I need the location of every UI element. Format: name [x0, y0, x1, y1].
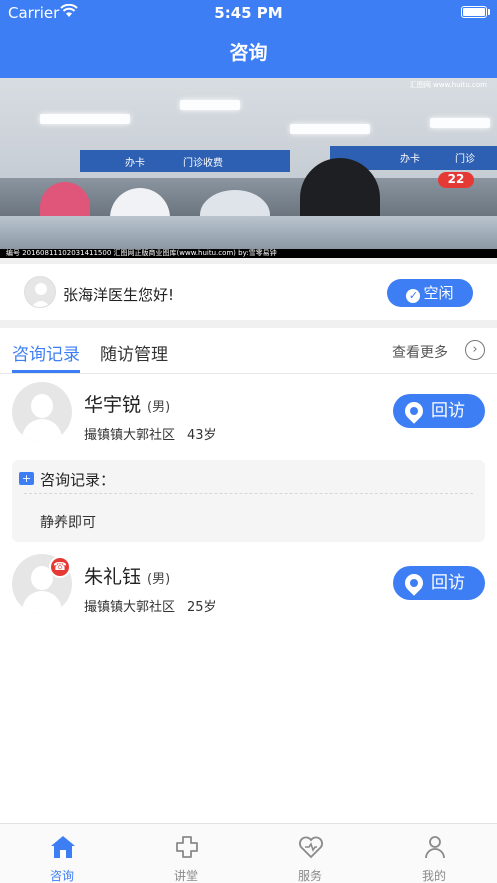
- greeting-row: 张海洋医生您好! ✓ 空闲: [0, 264, 497, 320]
- sign-text: 门诊: [455, 154, 475, 165]
- list-item[interactable]: 朱礼钰 (男) 撮镇镇大郭社区 25岁 回访: [0, 552, 497, 632]
- banner-chairs: [0, 216, 497, 250]
- queue-number-sign: 22: [438, 172, 474, 188]
- ceiling-light: [40, 114, 130, 124]
- status-bar: Carrier 5:45 PM: [0, 0, 497, 26]
- page-title: 咨询: [229, 42, 268, 64]
- record-tabs: 咨询记录 随访管理 查看更多 ›: [0, 328, 497, 374]
- doctor-avatar[interactable]: [24, 276, 56, 308]
- patient-name-row: 华宇锐 (男): [84, 390, 170, 417]
- avatar-head: [31, 394, 53, 418]
- note-body: 静养即可: [40, 515, 96, 531]
- patient-address: 撮镇镇大郭社区: [84, 600, 176, 615]
- avatar-body: [22, 591, 62, 614]
- medical-kit-icon: +: [19, 472, 34, 485]
- revisit-button-label: 回访: [431, 401, 465, 421]
- lecture-icon: [176, 836, 198, 858]
- tab-label: 我的: [421, 869, 446, 883]
- avatar-placeholder-icon: [25, 277, 55, 307]
- banner-watermark: 汇图网 www.huitu.com: [409, 81, 487, 89]
- availability-status-button[interactable]: ✓ 空闲: [387, 279, 473, 307]
- ceiling-light: [290, 124, 370, 134]
- ceiling-light: [180, 100, 240, 110]
- sign-text: 门诊收费: [183, 158, 223, 169]
- battery-tip: [488, 9, 490, 15]
- bottom-tab-bar: 咨询 讲堂 服务 我的: [0, 823, 497, 883]
- tab-consult-records[interactable]: 咨询记录: [12, 340, 80, 365]
- list-item[interactable]: 华宇锐 (男) 撮镇镇大郭社区 43岁 回访: [0, 380, 497, 460]
- sign-text: 办卡: [125, 158, 145, 169]
- note-divider: [24, 493, 473, 494]
- phone-hangup-icon: ☎: [51, 558, 69, 576]
- patient-avatar: [12, 382, 72, 442]
- hospital-banner-image[interactable]: 办卡 门诊收费 办卡 门诊 22 汇图网 www.huitu.com 编号 20…: [0, 78, 497, 258]
- see-more-link[interactable]: 查看更多: [392, 342, 448, 362]
- avatar-body: [22, 419, 62, 442]
- active-tab-indicator: [12, 370, 80, 373]
- sign-text: 办卡: [400, 154, 420, 165]
- tab-label: 咨询: [49, 869, 74, 883]
- availability-status-label: 空闲: [423, 284, 454, 302]
- tab-service[interactable]: 服务: [248, 824, 372, 883]
- check-icon: ✓: [406, 289, 421, 303]
- patient-age: 43岁: [187, 428, 217, 443]
- clock: 5:45 PM: [214, 4, 283, 22]
- note-title: 咨询记录：: [40, 471, 116, 489]
- location-pin-icon: [401, 570, 427, 596]
- patient-meta: 撮镇镇大郭社区 43岁: [84, 424, 217, 443]
- patient-gender: (男): [147, 572, 171, 587]
- ceiling-light: [430, 118, 490, 128]
- revisit-button[interactable]: 回访: [393, 566, 485, 600]
- location-pin-icon: [401, 398, 427, 424]
- tab-consult[interactable]: 咨询: [0, 824, 124, 883]
- profile-icon: [425, 836, 445, 859]
- patient-name-row: 朱礼钰 (男): [84, 562, 170, 589]
- greeting-text: 张海洋医生您好!: [63, 286, 175, 304]
- consult-note-card: + 咨询记录： 静养即可: [12, 460, 485, 542]
- revisit-button-label: 回访: [431, 573, 465, 593]
- tab-followup-management[interactable]: 随访管理: [100, 340, 168, 365]
- tab-profile[interactable]: 我的: [372, 824, 496, 883]
- patient-meta: 撮镇镇大郭社区 25岁: [84, 596, 217, 615]
- service-icon: [299, 836, 323, 859]
- missed-call-badge: ☎: [49, 556, 71, 578]
- banner-caption: 编号 20160811102031411500 汇图网正版商业图库(www.hu…: [0, 249, 497, 258]
- patient-address: 撮镇镇大郭社区: [84, 428, 176, 443]
- patient-gender: (男): [147, 400, 171, 415]
- tab-lecture[interactable]: 讲堂: [124, 824, 248, 883]
- top-bar: Carrier 5:45 PM 咨询: [0, 0, 497, 78]
- patient-name: 华宇锐: [84, 394, 142, 416]
- patient-age: 25岁: [187, 600, 217, 615]
- battery-icon: [461, 6, 487, 18]
- patient-name: 朱礼钰: [84, 566, 142, 588]
- tab-label: 讲堂: [173, 869, 198, 883]
- revisit-button[interactable]: 回访: [393, 394, 485, 428]
- tab-label: 服务: [297, 869, 322, 883]
- divider: [0, 320, 497, 328]
- chevron-right-icon[interactable]: ›: [465, 340, 485, 360]
- home-icon: [51, 836, 75, 858]
